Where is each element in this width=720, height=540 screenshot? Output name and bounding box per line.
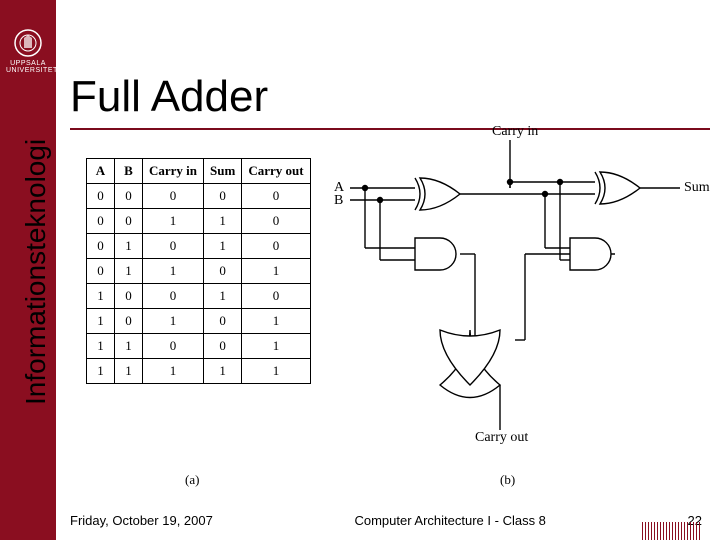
table-cell: 1 [143, 309, 204, 334]
table-cell: 1 [115, 259, 143, 284]
table-cell: 0 [87, 259, 115, 284]
table-cell: 0 [204, 184, 242, 209]
table-cell: 1 [242, 334, 310, 359]
table-cell: 1 [87, 359, 115, 384]
th-B: B [115, 159, 143, 184]
table-cell: 0 [115, 309, 143, 334]
table-cell: 1 [115, 359, 143, 384]
truth-table: A B Carry in Sum Carry out 0000000110010… [86, 158, 311, 384]
table-cell: 1 [242, 359, 310, 384]
table-cell: 0 [242, 184, 310, 209]
table-row: 00000 [87, 184, 311, 209]
table-cell: 0 [143, 234, 204, 259]
table-row: 01101 [87, 259, 311, 284]
table-cell: 0 [143, 334, 204, 359]
th-sum: Sum [204, 159, 242, 184]
table-cell: 1 [242, 309, 310, 334]
uppsala-logo: UPPSALA UNIVERSITET [6, 28, 50, 74]
logo-line1: UPPSALA [6, 60, 50, 67]
table-cell: 1 [143, 359, 204, 384]
logo-line2: UNIVERSITET [6, 67, 50, 74]
table-cell: 0 [87, 234, 115, 259]
table-cell: 1 [87, 284, 115, 309]
table-cell: 1 [87, 309, 115, 334]
label-carry-in: Carry in [492, 124, 538, 140]
label-sum: Sum [684, 180, 710, 196]
th-carry-in: Carry in [143, 159, 204, 184]
table-row: 11001 [87, 334, 311, 359]
table-cell: 0 [204, 259, 242, 284]
footer-date: Friday, October 19, 2007 [70, 513, 213, 528]
table-cell: 0 [115, 284, 143, 309]
table-cell: 0 [143, 284, 204, 309]
truth-table-header-row: A B Carry in Sum Carry out [87, 159, 311, 184]
th-A: A [87, 159, 115, 184]
table-cell: 1 [87, 334, 115, 359]
table-row: 01010 [87, 234, 311, 259]
slide-title: Full Adder [70, 72, 268, 122]
footer-hatch-decoration [642, 522, 702, 540]
table-cell: 0 [204, 309, 242, 334]
table-cell: 1 [143, 209, 204, 234]
table-cell: 0 [204, 334, 242, 359]
label-B: B [334, 193, 343, 209]
th-carry-out: Carry out [242, 159, 310, 184]
table-cell: 1 [204, 284, 242, 309]
table-cell: 1 [204, 234, 242, 259]
table-cell: 0 [87, 209, 115, 234]
table-cell: 0 [242, 234, 310, 259]
table-cell: 0 [242, 284, 310, 309]
table-cell: 1 [115, 234, 143, 259]
table-cell: 1 [115, 334, 143, 359]
seal-icon [13, 28, 43, 58]
table-cell: 1 [204, 359, 242, 384]
slide-footer: Friday, October 19, 2007 Computer Archit… [70, 513, 702, 528]
table-cell: 1 [143, 259, 204, 284]
caption-a: (a) [185, 472, 199, 488]
table-cell: 0 [115, 184, 143, 209]
table-row: 11111 [87, 359, 311, 384]
footer-course: Computer Architecture I - Class 8 [354, 513, 545, 528]
table-cell: 0 [143, 184, 204, 209]
table-row: 10101 [87, 309, 311, 334]
label-carry-out: Carry out [475, 430, 528, 446]
table-cell: 1 [242, 259, 310, 284]
table-cell: 1 [204, 209, 242, 234]
table-cell: 0 [242, 209, 310, 234]
table-row: 00110 [87, 209, 311, 234]
department-label: Informationsteknologi [20, 139, 52, 405]
table-row: 10010 [87, 284, 311, 309]
full-adder-circuit: Carry in A B Sum Carry out [320, 130, 720, 470]
table-cell: 0 [87, 184, 115, 209]
table-cell: 0 [115, 209, 143, 234]
caption-b: (b) [500, 472, 515, 488]
